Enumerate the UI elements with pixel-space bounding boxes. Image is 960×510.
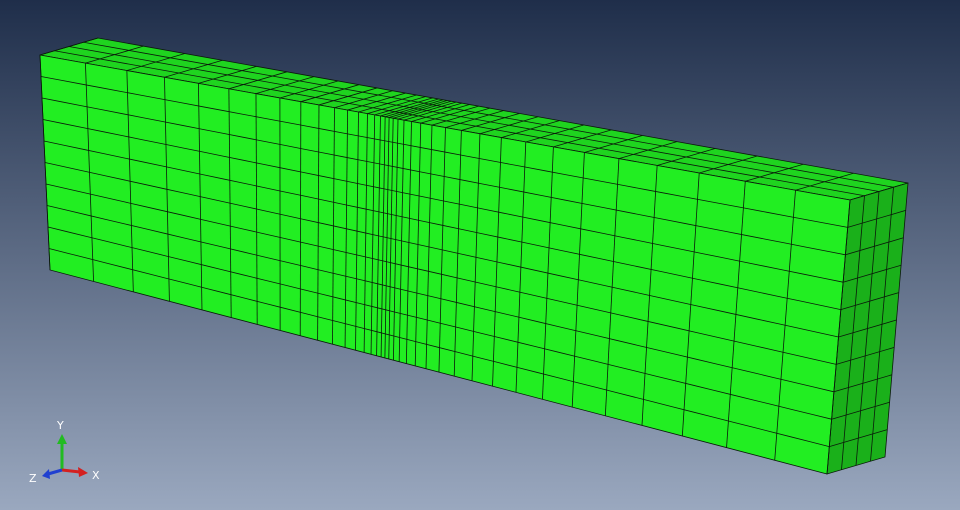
mesh-scene[interactable]: Y X Z (0, 0, 960, 510)
x-axis-label: X (92, 469, 100, 482)
y-axis-label: Y (56, 419, 64, 432)
z-axis-label: Z (29, 472, 37, 485)
graphics-viewport[interactable]: Y X Z (0, 0, 960, 510)
x-axis-arrow (61, 468, 81, 474)
